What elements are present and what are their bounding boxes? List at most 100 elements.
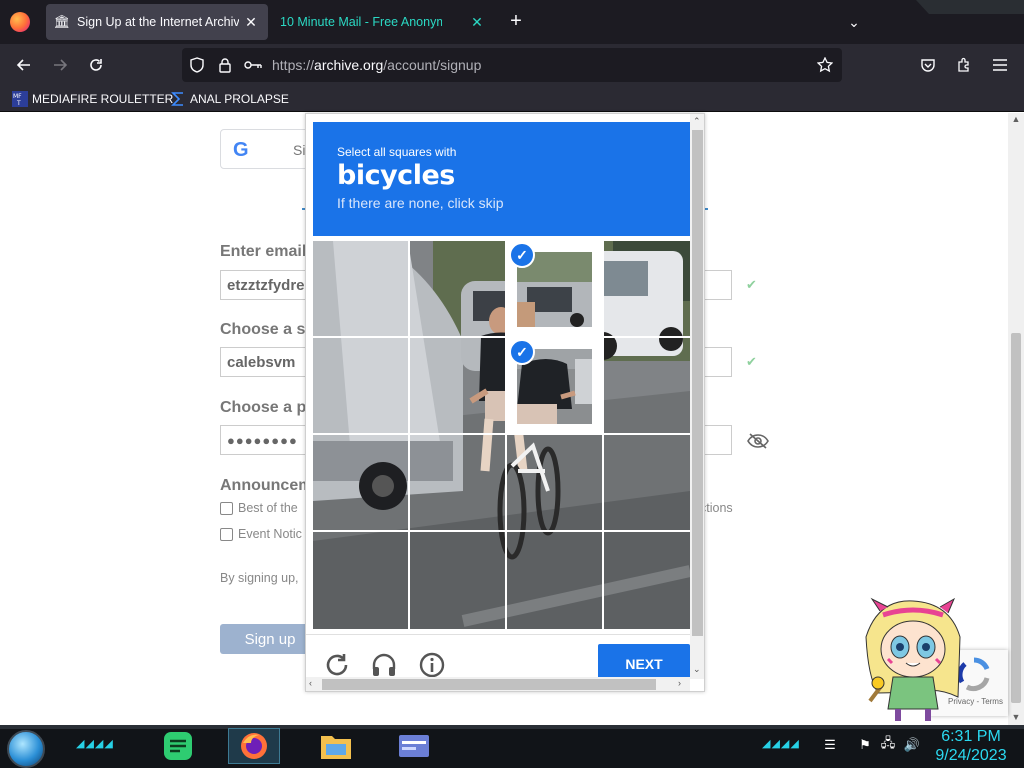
terms-text: By signing up,	[220, 571, 299, 585]
checkbox-label: Best of the	[238, 501, 298, 515]
close-icon[interactable]: ✕	[242, 13, 260, 31]
task-notes-app[interactable]	[152, 728, 204, 764]
bookmarks-toolbar: MF T MEDIAFIRE ROULETTER ANAL PROLAPSE	[0, 86, 1024, 112]
folder-icon	[321, 736, 351, 759]
headphones-icon[interactable]	[370, 651, 398, 679]
url-host: archive.org	[314, 57, 384, 73]
captcha-subtext: If there are none, click skip	[337, 195, 504, 211]
bookmark-label: MEDIAFIRE ROULETTER	[32, 92, 174, 106]
menu-icon[interactable]	[987, 52, 1013, 78]
navigation-bar: https://archive.org/account/signup	[0, 44, 1024, 86]
key-icon[interactable]	[244, 56, 262, 74]
checkbox-label: Event Notic	[238, 527, 302, 541]
lock-icon[interactable]	[216, 56, 234, 74]
captcha-tile-selected[interactable]: ✓	[506, 241, 603, 337]
captcha-challenge: Select all squares with bicycles If ther…	[305, 113, 705, 692]
bookmark-label: ANAL PROLAPSE	[190, 92, 289, 106]
clock-time[interactable]: 6:31 PM	[936, 728, 1006, 746]
checkbox[interactable]	[220, 501, 233, 515]
cartoon-sticker	[865, 597, 961, 721]
firefox-icon	[241, 733, 267, 759]
taskbar-decoration: ◢◢◢◢	[76, 738, 114, 750]
scroll-thumb[interactable]	[692, 130, 703, 636]
captcha-tile[interactable]	[507, 532, 603, 629]
menu-lines-icon[interactable]: ☰	[822, 737, 838, 753]
bookmark-mediafire[interactable]: MF T MEDIAFIRE ROULETTER	[12, 90, 173, 108]
checkbox-best-of[interactable]: Best of the	[220, 500, 298, 516]
captcha-tile[interactable]	[410, 241, 506, 337]
checkbox[interactable]	[220, 527, 233, 541]
task-file-explorer[interactable]	[310, 728, 362, 764]
url-scheme: https://	[272, 57, 315, 73]
flag-icon[interactable]: ⚑	[857, 737, 873, 753]
start-button[interactable]	[7, 730, 45, 768]
checkbox-event-notices[interactable]: Event Notic	[220, 526, 302, 542]
captcha-tile[interactable]	[604, 435, 690, 531]
check-icon: ✓	[509, 339, 535, 365]
scroll-right-icon[interactable]: ›	[678, 678, 681, 688]
captcha-tile[interactable]	[507, 435, 603, 531]
tab-signup[interactable]: 🏛 Sign Up at the Internet Archive ✕	[46, 4, 268, 40]
mediafire-icon: MFT	[12, 91, 28, 107]
tab-bar: 🏛 Sign Up at the Internet Archive ✕ 10 M…	[0, 0, 1024, 44]
captcha-tile[interactable]	[604, 532, 690, 629]
pocket-icon[interactable]	[915, 52, 941, 78]
captcha-tile[interactable]	[313, 532, 409, 629]
speaker-icon[interactable]: 🔊	[904, 737, 920, 753]
tab-10minutemail[interactable]: 10 Minute Mail - Free Anonymous ✕	[272, 4, 494, 40]
reload-icon[interactable]	[323, 651, 351, 679]
eye-slash-icon[interactable]	[746, 433, 770, 449]
google-signin-label: Si	[293, 142, 306, 158]
taskbar: ◢◢◢◢ ◢◢◢◢ ☰ ⚑ 🖧 🔊 6:31 PM 9/24/2023	[0, 725, 1024, 768]
screenname-value: calebsvm	[227, 354, 296, 371]
captcha-tile[interactable]	[410, 435, 506, 531]
taskbar-decoration: ◢◢◢◢	[762, 738, 800, 750]
url-text[interactable]: https://archive.org/account/signup	[272, 57, 481, 73]
scroll-up-icon[interactable]: ▲	[1008, 113, 1024, 125]
bookmark-anal-prolapse[interactable]: ANAL PROLAPSE	[170, 90, 289, 108]
reload-icon[interactable]	[83, 52, 109, 78]
check-icon: ✓	[509, 242, 535, 268]
scroll-left-icon[interactable]: ‹	[309, 678, 312, 688]
extensions-icon[interactable]	[951, 52, 977, 78]
info-icon[interactable]	[418, 651, 446, 679]
url-path: /account/signup	[383, 57, 482, 73]
email-value: etzztzfydre	[227, 277, 305, 294]
window-icon	[399, 735, 429, 757]
captcha-tile[interactable]	[410, 338, 506, 434]
close-icon[interactable]: ✕	[468, 13, 486, 31]
scroll-thumb[interactable]	[1011, 333, 1021, 703]
captcha-tile[interactable]	[604, 241, 690, 337]
captcha-horizontal-scrollbar[interactable]: ‹ ›	[306, 677, 690, 691]
password-label: Choose a p	[220, 399, 307, 416]
captcha-tile-selected[interactable]: ✓	[506, 338, 603, 434]
page-scrollbar[interactable]: ▲ ▼	[1008, 113, 1024, 725]
captcha-tile[interactable]	[313, 435, 409, 531]
shield-icon[interactable]	[188, 56, 206, 74]
clock-date[interactable]: 9/24/2023	[932, 747, 1010, 765]
captcha-tile[interactable]	[410, 532, 506, 629]
forward-arrow-icon[interactable]	[47, 52, 73, 78]
scroll-down-icon[interactable]: ⌄	[693, 664, 701, 675]
email-label: Enter email	[220, 243, 307, 260]
scroll-up-icon[interactable]: ⌃	[693, 116, 701, 127]
sigma-icon	[171, 92, 183, 106]
task-firefox[interactable]	[228, 728, 280, 764]
task-app[interactable]	[388, 728, 440, 764]
new-tab-button[interactable]: +	[504, 9, 528, 33]
tab-title: 10 Minute Mail - Free Anonymous	[280, 15, 442, 29]
notes-icon	[164, 732, 192, 760]
scroll-down-icon[interactable]: ▼	[1008, 711, 1024, 723]
url-bar[interactable]: https://archive.org/account/signup	[182, 48, 842, 82]
captcha-scrollbar[interactable]: ⌃ ⌄	[690, 114, 704, 679]
star-icon[interactable]	[816, 56, 834, 74]
captcha-tile[interactable]	[604, 338, 690, 434]
chevron-down-icon[interactable]: ⌄	[842, 10, 866, 34]
check-icon: ✔	[746, 354, 757, 369]
captcha-header: Select all squares with bicycles If ther…	[313, 122, 690, 236]
network-icon[interactable]: 🖧	[880, 735, 896, 753]
scroll-thumb[interactable]	[322, 679, 656, 690]
back-arrow-icon[interactable]	[11, 52, 37, 78]
captcha-tile[interactable]	[313, 338, 409, 434]
captcha-tile[interactable]	[313, 241, 409, 337]
